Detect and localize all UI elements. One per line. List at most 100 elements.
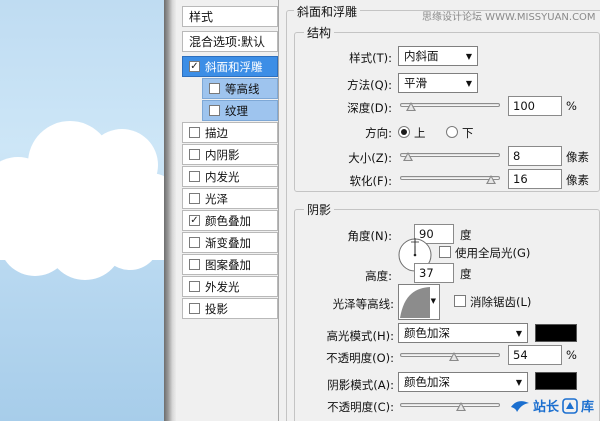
style-checkbox[interactable]: ✓ (189, 215, 200, 226)
shadow-mode-select[interactable]: 颜色加深 ▼ (398, 372, 528, 392)
shadow-opacity-track (400, 403, 500, 407)
style-list-item-label: 斜面和浮雕 (205, 59, 263, 74)
shadow-opacity-label: 不透明度(C): (327, 400, 394, 414)
size-slider-thumb[interactable] (402, 152, 413, 161)
size-slider-track (400, 153, 500, 157)
depth-label: 深度(D): (347, 101, 392, 115)
style-checkbox[interactable] (209, 105, 220, 116)
highlight-mode-select[interactable]: 颜色加深 ▼ (398, 323, 528, 343)
size-slider[interactable] (400, 150, 500, 161)
global-light-label: 使用全局光(G) (455, 246, 531, 260)
chevron-down-icon: ▼ (515, 378, 522, 387)
brand-text-1: 站长 (533, 400, 560, 415)
style-checkbox[interactable]: ✓ (189, 61, 200, 72)
highlight-opacity-thumb[interactable] (448, 352, 459, 361)
size-input[interactable]: 8 (508, 146, 562, 166)
technique-select[interactable]: 平滑 ▼ (398, 73, 478, 93)
highlight-color-swatch[interactable] (535, 324, 577, 342)
shadow-opacity-thumb[interactable] (455, 402, 466, 411)
highlight-opacity-unit: % (566, 348, 577, 362)
shadow-color-swatch[interactable] (535, 372, 577, 390)
style-list-item[interactable]: 渐变叠加 (182, 232, 278, 253)
depth-slider-thumb[interactable] (406, 102, 417, 111)
style-checkbox[interactable] (189, 259, 200, 270)
style-list-item[interactable]: 外发光 (182, 276, 278, 297)
style-list-item[interactable]: ✓ 颜色叠加 (182, 210, 278, 231)
shadow-opacity-slider[interactable] (400, 400, 500, 411)
chevron-down-icon: ▼ (515, 329, 522, 338)
chevron-down-icon: ▼ (430, 297, 436, 305)
canvas-border (164, 0, 176, 421)
style-list-item[interactable]: 纹理 (202, 100, 278, 121)
watermark: 思缘设计论坛 WWW.MISSYUAN.COM (422, 12, 596, 23)
brand-badge-icon (562, 397, 578, 414)
style-checkbox[interactable] (189, 193, 200, 204)
style-list-item[interactable]: 混合选项:默认 (182, 31, 278, 52)
style-list-item-label: 渐变叠加 (205, 235, 251, 250)
style-select[interactable]: 内斜面 ▼ (398, 46, 478, 66)
size-label: 大小(Z): (348, 151, 392, 165)
style-list-item[interactable]: 投影 (182, 298, 278, 319)
highlight-opacity-input[interactable]: 54 (508, 345, 562, 365)
soften-slider[interactable] (400, 173, 500, 184)
style-list-item[interactable]: 等高线 (202, 78, 278, 99)
soften-unit: 像素 (566, 173, 589, 187)
style-list-item-label: 外发光 (205, 279, 240, 294)
technique-select-value: 平滑 (404, 76, 427, 90)
style-list-item[interactable]: 内发光 (182, 166, 278, 187)
style-checkbox[interactable] (189, 281, 200, 292)
soften-slider-thumb[interactable] (485, 175, 496, 184)
style-list-item[interactable]: 图案叠加 (182, 254, 278, 275)
style-checkbox[interactable] (189, 303, 200, 314)
style-checkbox[interactable] (189, 127, 200, 138)
highlight-opacity-label: 不透明度(O): (326, 351, 394, 365)
bird-icon (511, 400, 529, 412)
cloud-shape (0, 121, 164, 280)
style-list-item-label: 内阴影 (205, 147, 240, 162)
brand-logo: 站长 库 (510, 396, 594, 415)
depth-input[interactable]: 100 (508, 96, 562, 116)
style-list-item[interactable]: 内阴影 (182, 144, 278, 165)
bevel-emboss-panel: 斜面和浮雕 思缘设计论坛 WWW.MISSYUAN.COM 结构 样式(T): … (280, 0, 600, 421)
angle-label: 角度(N): (347, 229, 392, 243)
style-list-item-label: 图案叠加 (205, 257, 251, 272)
antialias-label: 消除锯齿(L) (470, 295, 532, 309)
direction-down-radio[interactable] (446, 126, 458, 138)
highlight-mode-label: 高光模式(H): (326, 329, 395, 343)
style-list-item[interactable]: 光泽 (182, 188, 278, 209)
altitude-input[interactable]: 37 (414, 263, 454, 283)
gloss-contour-picker[interactable]: ▼ (398, 284, 440, 320)
altitude-unit: 度 (460, 267, 472, 281)
style-checkbox[interactable] (209, 83, 220, 94)
depth-slider[interactable] (400, 100, 500, 111)
direction-label: 方向: (365, 126, 392, 140)
layer-style-list: 样式混合选项:默认 ✓ 斜面和浮雕等高线 纹理描边内阴影内发光光泽 ✓ 颜色叠加渐变叠加图… (176, 0, 279, 421)
size-unit: 像素 (566, 150, 589, 164)
antialias-checkbox[interactable] (454, 295, 466, 307)
style-list-item-label: 光泽 (205, 191, 228, 206)
style-list-item[interactable]: 描边 (182, 122, 278, 143)
style-checkbox[interactable] (189, 171, 200, 182)
style-list-item[interactable]: 样式 (182, 6, 278, 27)
style-checkbox[interactable] (189, 149, 200, 160)
direction-down-label: 下 (462, 126, 474, 140)
contour-icon (400, 287, 430, 318)
chevron-down-icon: ▼ (465, 52, 472, 61)
style-list-item-label: 投影 (205, 301, 228, 316)
style-checkbox[interactable] (189, 237, 200, 248)
direction-up-radio[interactable] (398, 126, 410, 138)
brand-text-2: 库 (581, 400, 595, 415)
soften-label: 软化(F): (349, 174, 392, 188)
depth-unit: % (566, 99, 577, 113)
gloss-contour-label: 光泽等高线: (332, 297, 394, 311)
highlight-opacity-slider[interactable] (400, 350, 500, 361)
style-list-item[interactable]: ✓ 斜面和浮雕 (182, 56, 278, 77)
soften-input[interactable]: 16 (508, 169, 562, 189)
style-list-item-label: 颜色叠加 (205, 213, 251, 228)
chevron-down-icon: ▼ (465, 79, 472, 88)
global-light-checkbox[interactable] (439, 246, 451, 258)
style-select-value: 内斜面 (404, 49, 439, 63)
style-list-item-label: 描边 (205, 125, 228, 140)
style-list-item-label: 混合选项:默认 (189, 35, 266, 49)
altitude-label: 高度: (365, 269, 392, 283)
